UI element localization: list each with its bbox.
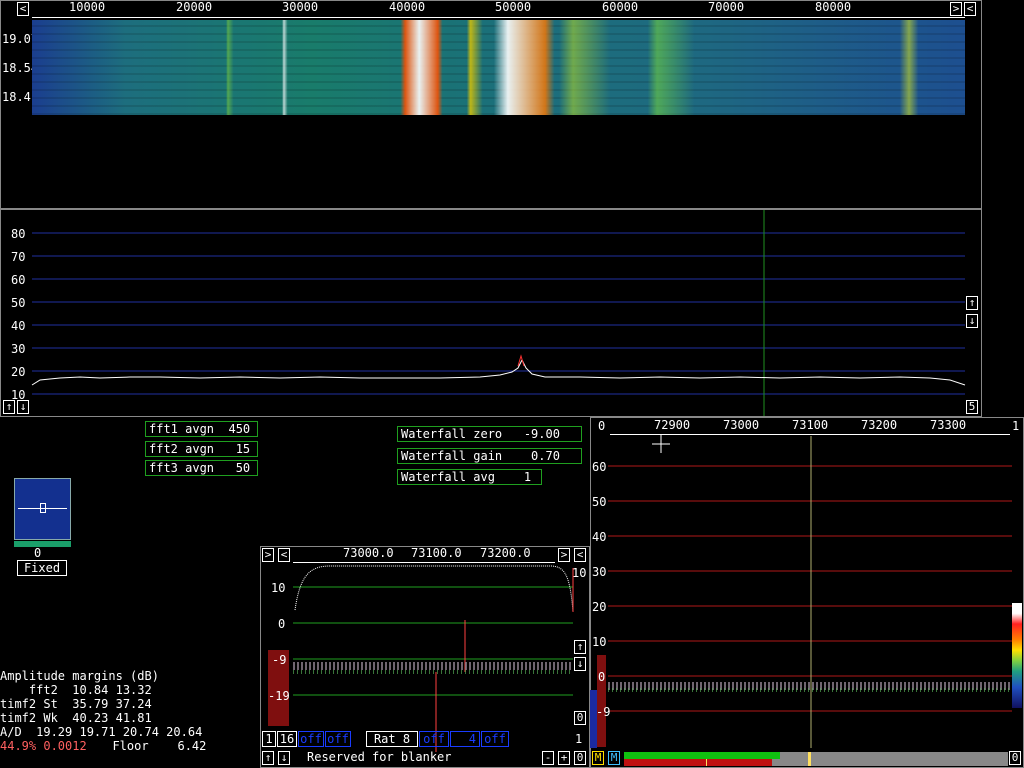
spectrum-zoom-up-button[interactable]: ↑: [966, 296, 978, 310]
spectrum-y-tick: 60: [11, 273, 26, 287]
fft1-avgn-field[interactable]: fft1 avgn 450: [145, 421, 258, 437]
baseband-rat-button[interactable]: Rat 8: [366, 731, 418, 747]
spectrum-y-tick: 20: [11, 365, 26, 379]
baseband-y-tick: 10: [271, 581, 286, 595]
hires-y-tick: 20: [592, 600, 607, 614]
spectrum-y-tick: 50: [11, 296, 26, 310]
baseband-minus-button[interactable]: -: [542, 751, 554, 765]
blanker-reserved-label: Reserved for blanker: [307, 750, 452, 764]
status-noise-floor: Floor 6.42: [98, 739, 207, 753]
baseband-one-label: 1: [575, 732, 583, 746]
baseband-gain-up-button[interactable]: ↑: [574, 640, 586, 654]
spectrum-graph[interactable]: [0, 0, 1024, 420]
baseband-freq-scale: 73000.0 73100.0 73200.0: [293, 546, 555, 563]
agc-mode-button[interactable]: Fixed: [17, 560, 67, 576]
hires-freq-tick: 73200: [861, 418, 898, 432]
fft3-avgn-field[interactable]: fft3 avgn 50: [145, 460, 258, 476]
baseband-channels-button[interactable]: 1: [262, 731, 276, 747]
hires-left-corner: 0: [598, 419, 606, 433]
hires-position-bar[interactable]: [624, 752, 1008, 766]
hires-y-tick: 50: [592, 495, 607, 509]
baseband-bits-button[interactable]: 16: [277, 731, 297, 747]
baseband-scroll-up-button[interactable]: ↑: [262, 751, 274, 765]
spectrum-down-button[interactable]: ↓: [17, 400, 29, 414]
baseband-gain-down-button[interactable]: ↓: [574, 657, 586, 671]
baseband-plus-button[interactable]: +: [558, 751, 570, 765]
hires-position-tick: [706, 759, 707, 766]
baseband-y-tick: 0: [278, 617, 286, 631]
baseband-zero-button[interactable]: 0: [574, 711, 586, 725]
hires-m2-button[interactable]: M: [608, 751, 620, 765]
spectrum-up-button[interactable]: ↑: [3, 400, 15, 414]
spectrum-y-tick: 80: [11, 227, 26, 241]
hires-y-tick: 0: [598, 670, 606, 684]
spectrum-corner-button[interactable]: 5: [966, 400, 978, 414]
baseband-right2-button[interactable]: >: [558, 548, 570, 562]
baseband-left2-button[interactable]: <: [574, 548, 586, 562]
spectrum-gridlines: [32, 232, 965, 395]
agc-meter-marker: [40, 503, 46, 513]
hires-position-green: [624, 752, 780, 759]
baseband-freq-tick: 73200.0: [480, 546, 531, 560]
baseband-off-button-3[interactable]: off: [419, 731, 449, 747]
status-cpu-load: 44.9% 0.0012: [0, 739, 87, 753]
baseband-freq-tick: 73100.0: [411, 546, 462, 560]
hires-y-tick: 10: [592, 635, 607, 649]
hires-color-scale: [1012, 603, 1022, 708]
hires-freq-scale: 72900 73000 73100 73200 73300: [610, 418, 1010, 435]
waterfall-avg-field[interactable]: Waterfall avg 1: [397, 469, 542, 485]
hires-freq-tick: 73000: [723, 418, 760, 432]
spectrum-zoom-down-button[interactable]: ↓: [966, 314, 978, 328]
baseband-y-tick: -19: [268, 689, 290, 703]
baseband-zero2-button[interactable]: 0: [574, 751, 586, 765]
status-timf2wk-margins: timf2 Wk 40.23 41.81: [0, 711, 152, 725]
baseband-four-button[interactable]: 4: [450, 731, 480, 747]
hires-y-tick: -9: [596, 705, 611, 719]
hires-right-corner: 1: [1012, 419, 1020, 433]
fft2-avgn-field[interactable]: fft2 avgn 15: [145, 441, 258, 457]
baseband-left-button[interactable]: <: [278, 548, 290, 562]
spectrum-trace: [31, 358, 966, 386]
baseband-right-button[interactable]: >: [262, 548, 274, 562]
agc-level-bar: [14, 541, 71, 547]
hires-freq-tick: 72900: [654, 418, 691, 432]
hires-y-tick: 30: [592, 565, 607, 579]
baseband-off-button-1[interactable]: off: [298, 731, 324, 747]
spectrum-y-tick: 40: [11, 319, 26, 333]
waterfall-zero-field[interactable]: Waterfall zero -9.00: [397, 426, 582, 442]
status-timf2st-margins: timf2 St 35.79 37.24: [0, 697, 152, 711]
waterfall-gain-field[interactable]: Waterfall gain 0.70: [397, 448, 582, 464]
baseband-off-button-2[interactable]: off: [325, 731, 351, 747]
hires-m1-button[interactable]: M: [592, 751, 604, 765]
baseband-freq-tick: 73000.0: [343, 546, 394, 560]
status-ad-margins: A/D 19.29 19.71 20.74 20.64: [0, 725, 203, 739]
hires-freq-tick: 73300: [930, 418, 967, 432]
hires-y-tick: 40: [592, 530, 607, 544]
hires-pane[interactable]: [590, 417, 1024, 768]
hires-freq-tick: 73100: [792, 418, 829, 432]
agc-value: 0: [34, 546, 42, 560]
status-fft2-margins: fft2 10.84 13.32: [0, 683, 152, 697]
amplitude-margins-title: Amplitude margins (dB): [0, 669, 159, 683]
agc-meter[interactable]: [14, 478, 71, 540]
hires-zero-button[interactable]: 0: [1009, 751, 1021, 765]
baseband-scroll-down-button[interactable]: ↓: [278, 751, 290, 765]
baseband-y-tick: -9: [272, 653, 287, 667]
hires-y-tick: 60: [592, 460, 607, 474]
baseband-off-button-4[interactable]: off: [481, 731, 509, 747]
hires-position-red: [624, 759, 772, 766]
baseband-right-top-label: 10: [572, 566, 587, 580]
spectrum-y-tick: 70: [11, 250, 26, 264]
spectrum-y-tick: 30: [11, 342, 26, 356]
hires-position-marker: [808, 752, 811, 766]
